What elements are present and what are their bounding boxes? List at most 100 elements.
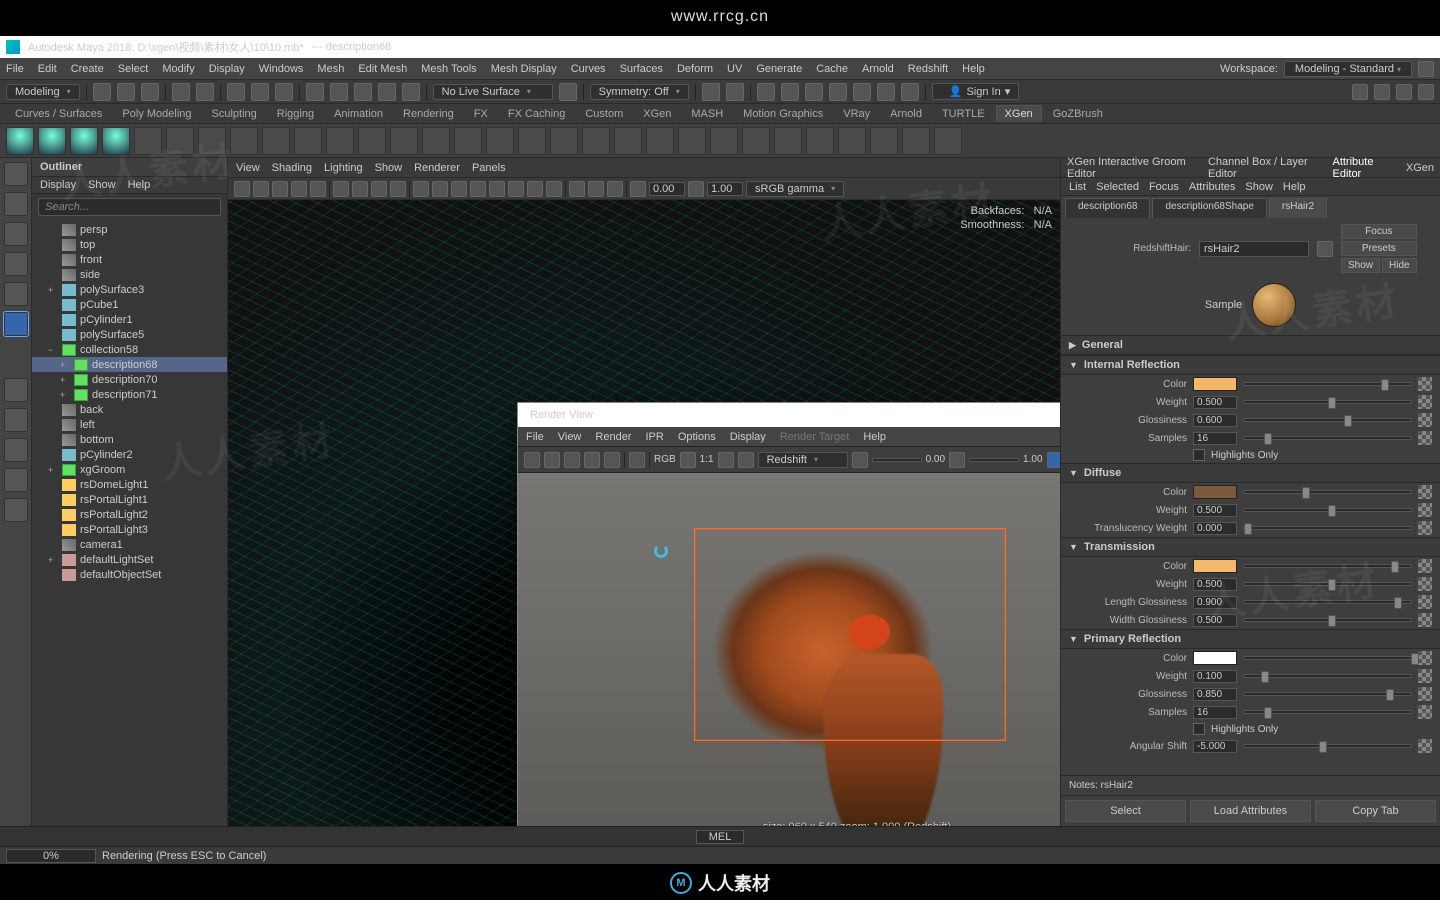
value-input[interactable] — [1193, 670, 1237, 683]
shelf-icon-23[interactable] — [742, 127, 770, 155]
vp-select-cam-icon[interactable] — [234, 181, 250, 197]
shelf-tab-fx[interactable]: FX — [465, 105, 497, 122]
shelf-icon-14[interactable] — [454, 127, 482, 155]
shelf-icon-2[interactable] — [70, 127, 98, 155]
shelf-icon-29[interactable] — [934, 127, 962, 155]
shelf-tab-xgen[interactable]: XGen — [634, 105, 680, 122]
rv-refresh-icon[interactable] — [852, 452, 868, 468]
command-line[interactable]: MEL — [0, 826, 1440, 846]
value-input[interactable] — [1193, 432, 1237, 445]
shelf-tab-animation[interactable]: Animation — [325, 105, 392, 122]
menu-edit[interactable]: Edit — [38, 63, 57, 75]
menu-arnold[interactable]: Arnold — [862, 63, 894, 75]
render-view-canvas[interactable]: size: 960 x 540 zoom: 1.000 (Redshift) F… — [518, 473, 1060, 826]
rv-render-seq-icon[interactable] — [584, 452, 600, 468]
slider[interactable] — [1243, 710, 1412, 714]
value-input[interactable] — [1193, 688, 1237, 701]
color-swatch[interactable] — [1193, 377, 1237, 391]
outliner-item-defaultLightSet[interactable]: +defaultLightSet — [32, 552, 227, 567]
outliner-item-rsDomeLight1[interactable]: rsDomeLight1 — [32, 477, 227, 492]
mode-dropdown[interactable]: Modeling — [6, 84, 80, 100]
vp-menu-shading[interactable]: Shading — [272, 162, 312, 174]
shelf-icon-16[interactable] — [518, 127, 546, 155]
light-editor-icon[interactable] — [877, 83, 895, 101]
menu-redshift[interactable]: Redshift — [908, 63, 948, 75]
menu-uv[interactable]: UV — [727, 63, 742, 75]
shelf-icon-12[interactable] — [390, 127, 418, 155]
open-scene-icon[interactable] — [117, 83, 135, 101]
rv-exposure-slider[interactable] — [872, 458, 922, 462]
ui-element-icon-3[interactable] — [1396, 84, 1412, 100]
notes-field[interactable]: Notes: rsHair2 — [1061, 775, 1440, 795]
snap-point-icon[interactable] — [354, 83, 372, 101]
vp-exposure-value[interactable]: 0.00 — [649, 182, 685, 196]
vp-menu-renderer[interactable]: Renderer — [414, 162, 460, 174]
outliner-item-description70[interactable]: +description70 — [32, 372, 227, 387]
shelf-icon-11[interactable] — [358, 127, 386, 155]
select-mode-icon[interactable] — [227, 83, 245, 101]
vp-aa-icon[interactable] — [546, 181, 562, 197]
ui-element-icon-2[interactable] — [1374, 84, 1390, 100]
shelf-tab-motion-graphics[interactable]: Motion Graphics — [734, 105, 832, 122]
slider[interactable] — [1243, 692, 1412, 696]
panel-tab-xgen-interactive-groom-editor[interactable]: XGen Interactive Groom Editor — [1067, 156, 1198, 180]
make-live-icon[interactable] — [559, 83, 577, 101]
slider[interactable] — [1243, 526, 1412, 530]
rv-menu-display[interactable]: Display — [730, 431, 766, 443]
ae-menu-selected[interactable]: Selected — [1096, 181, 1139, 193]
shelf-icon-5[interactable] — [166, 127, 194, 155]
panel-tab-attribute-editor[interactable]: Attribute Editor — [1332, 156, 1395, 180]
mel-label[interactable]: MEL — [696, 830, 745, 844]
symmetry-dropdown[interactable]: Symmetry: Off — [590, 84, 689, 100]
outliner-item-pCylinder2[interactable]: pCylinder2 — [32, 447, 227, 462]
value-input[interactable] — [1193, 706, 1237, 719]
rv-ipr-icon[interactable] — [604, 452, 620, 468]
map-button[interactable] — [1418, 687, 1432, 701]
shelf-icon-9[interactable] — [294, 127, 322, 155]
last-tool-icon[interactable] — [4, 312, 28, 336]
move-tool-icon[interactable] — [4, 222, 28, 246]
map-button[interactable] — [1418, 395, 1432, 409]
render-frame-icon[interactable] — [757, 83, 775, 101]
menu-modify[interactable]: Modify — [162, 63, 194, 75]
shelf-tab-turtle[interactable]: TURTLE — [933, 105, 994, 122]
menu-deform[interactable]: Deform — [677, 63, 713, 75]
slider[interactable] — [1243, 418, 1412, 422]
vp-menu-view[interactable]: View — [236, 162, 260, 174]
vp-motion-blur-icon[interactable] — [527, 181, 543, 197]
presets-button[interactable]: Presets — [1341, 241, 1417, 256]
layout-persp-outline-icon[interactable] — [4, 438, 28, 462]
vp-textured-icon[interactable] — [451, 181, 467, 197]
value-input[interactable] — [1193, 614, 1237, 627]
menu-mesh-tools[interactable]: Mesh Tools — [421, 63, 476, 75]
render-view-titlebar[interactable]: Render View — □ ✕ — [518, 403, 1060, 427]
playblast-icon[interactable] — [901, 83, 919, 101]
slider[interactable] — [1243, 400, 1412, 404]
outliner-item-polySurface5[interactable]: polySurface5 — [32, 327, 227, 342]
copy-tab-button[interactable]: Copy Tab — [1315, 800, 1436, 822]
render-view-window[interactable]: Render View — □ ✕ FileViewRenderIPROptio… — [517, 402, 1060, 826]
outliner-item-left[interactable]: left — [32, 417, 227, 432]
menu-curves[interactable]: Curves — [571, 63, 606, 75]
rotate-tool-icon[interactable] — [4, 252, 28, 276]
load-attributes-button[interactable]: Load Attributes — [1190, 800, 1311, 822]
select-button[interactable]: Select — [1065, 800, 1186, 822]
layout-four-icon[interactable] — [4, 408, 28, 432]
shelf-tab-mash[interactable]: MASH — [682, 105, 732, 122]
workspace-dropdown[interactable]: Modeling - Standard — [1284, 61, 1412, 77]
shelf-tab-vray[interactable]: VRay — [834, 105, 879, 122]
snap-curve-icon[interactable] — [330, 83, 348, 101]
map-button[interactable] — [1418, 705, 1432, 719]
outliner-item-rsPortalLight2[interactable]: rsPortalLight2 — [32, 507, 227, 522]
layout-custom2-icon[interactable] — [4, 498, 28, 522]
section-general[interactable]: ▶General — [1061, 335, 1440, 355]
map-button[interactable] — [1418, 669, 1432, 683]
vp-xray-joints-icon[interactable] — [607, 181, 623, 197]
node-tab-description68Shape[interactable]: description68Shape — [1152, 198, 1266, 218]
rv-menu-file[interactable]: File — [526, 431, 544, 443]
vp-exposure-icon[interactable] — [630, 181, 646, 197]
vp-grid-icon[interactable] — [333, 181, 349, 197]
scale-tool-icon[interactable] — [4, 282, 28, 306]
checkbox[interactable] — [1193, 723, 1205, 735]
map-button[interactable] — [1418, 413, 1432, 427]
